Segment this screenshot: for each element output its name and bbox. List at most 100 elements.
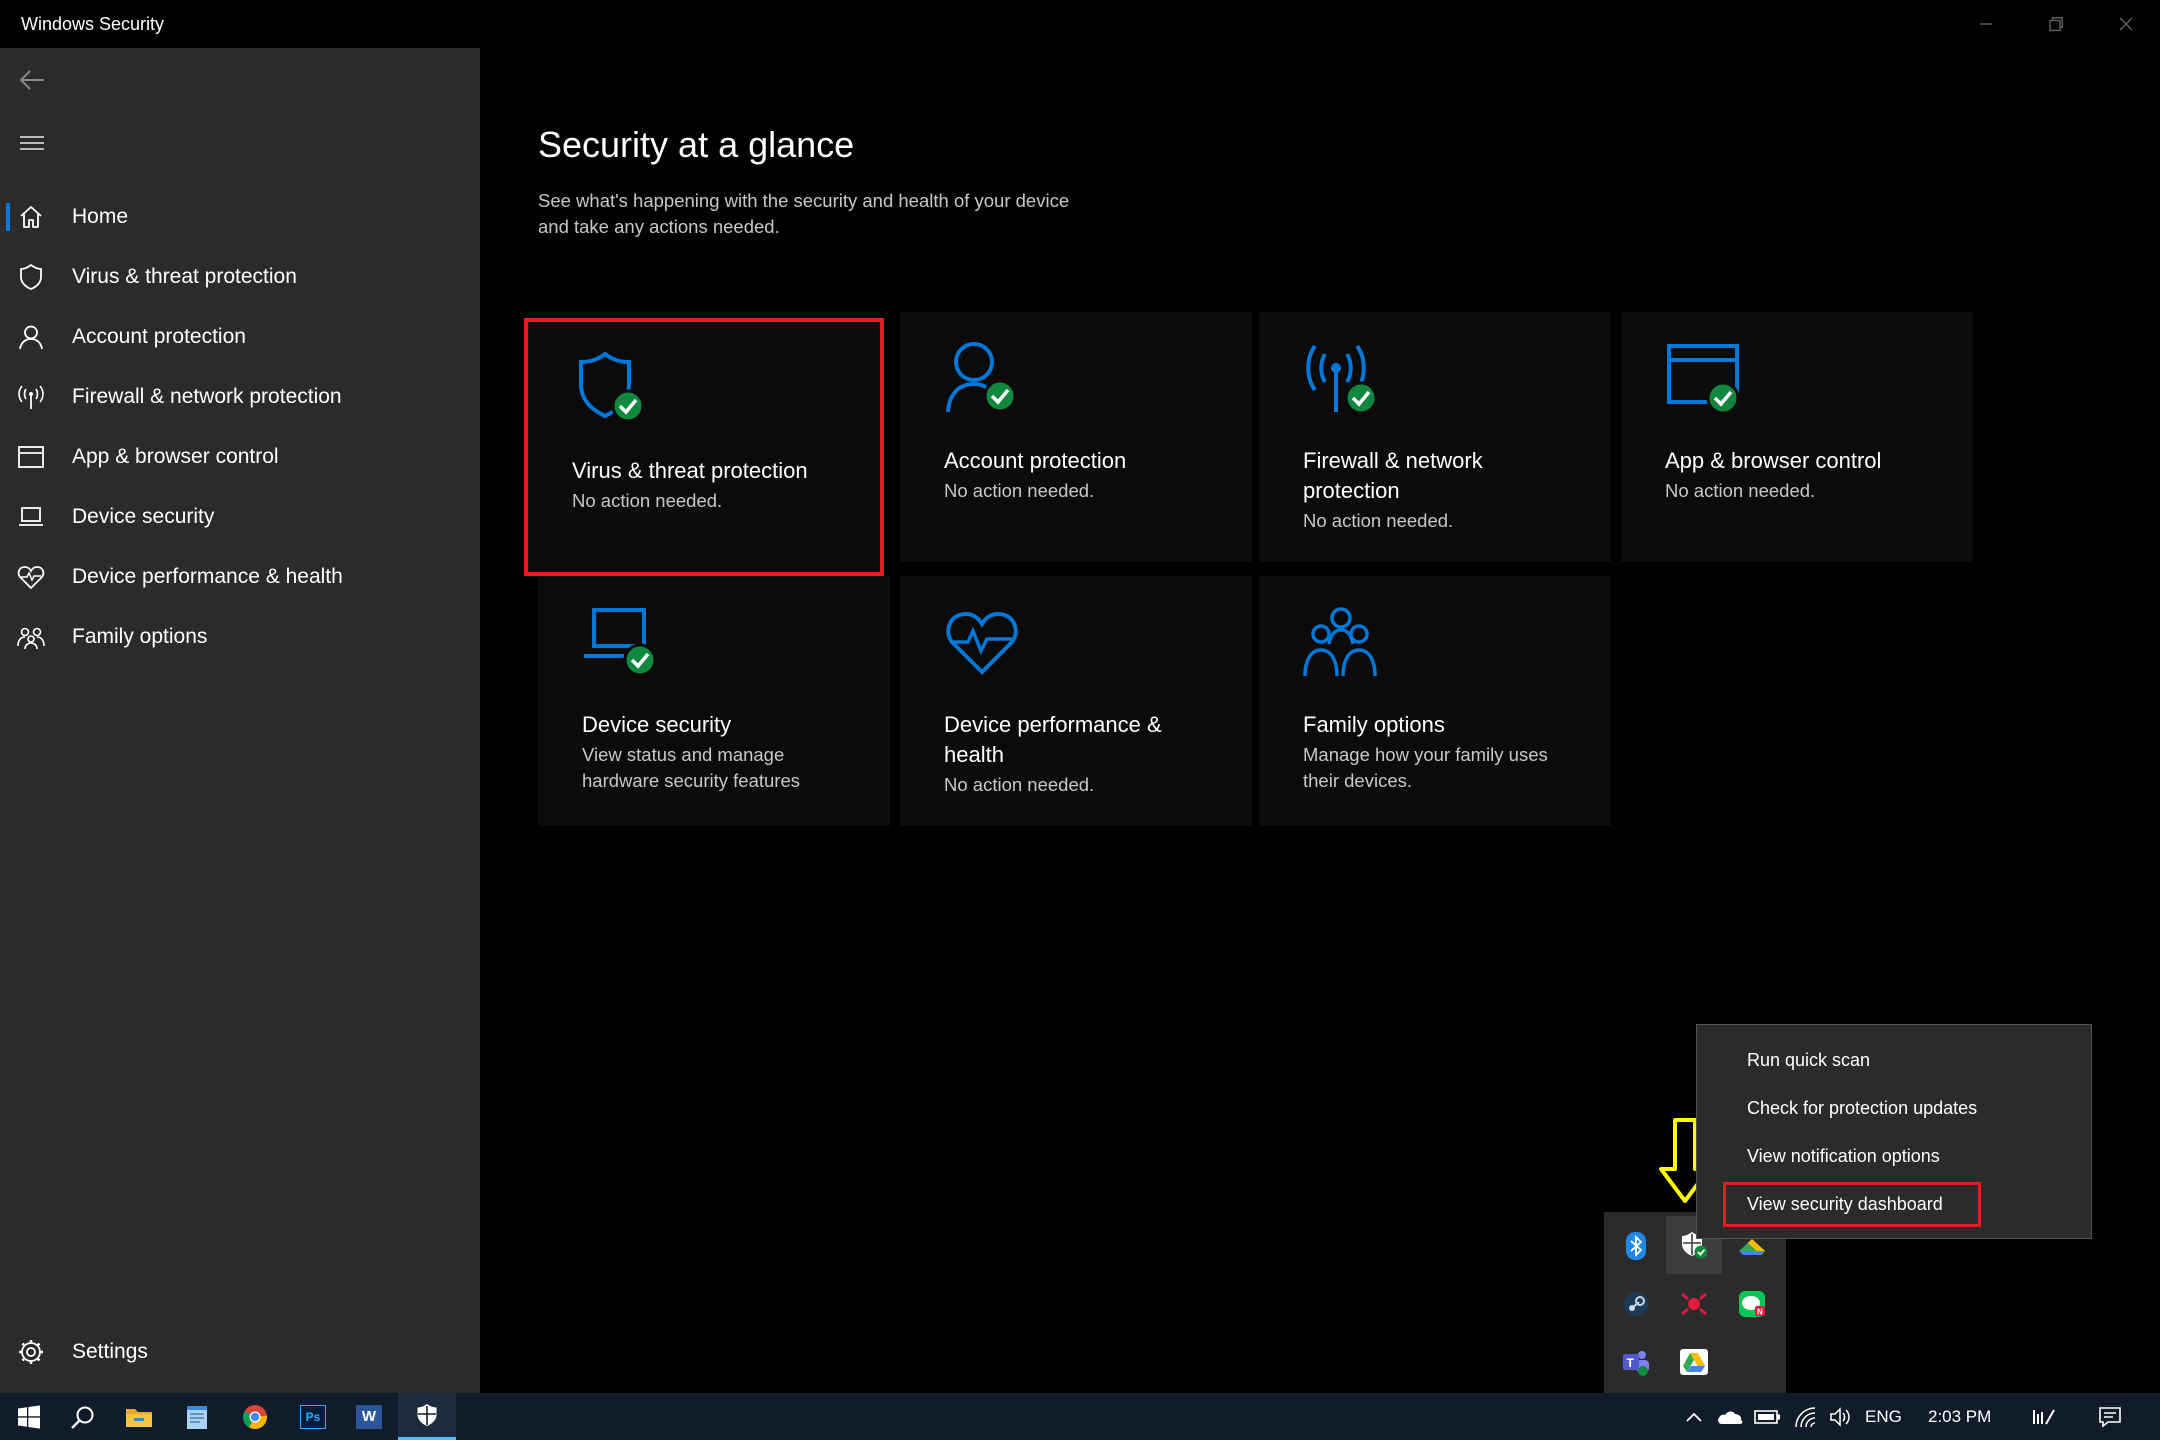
- battery-icon[interactable]: [1752, 1393, 1784, 1440]
- card-title: Virus & threat protection: [572, 458, 808, 483]
- sidebar-item-device-security[interactable]: Device security: [0, 487, 480, 547]
- steam-icon[interactable]: [1610, 1278, 1662, 1330]
- teams-icon[interactable]: T: [1610, 1336, 1662, 1388]
- settings-label: Settings: [72, 1340, 148, 1363]
- photoshop-icon[interactable]: Ps: [284, 1393, 342, 1440]
- sidebar-item-virus-threat[interactable]: Virus & threat protection: [0, 247, 480, 307]
- card-app-browser-control[interactable]: App & browser control No action needed.: [1621, 312, 1973, 562]
- card-account-protection[interactable]: Account protection No action needed.: [900, 312, 1252, 562]
- shield-icon: [16, 262, 46, 292]
- card-virus-threat-protection[interactable]: Virus & threat protection No action need…: [524, 318, 884, 576]
- chrome-icon[interactable]: [226, 1393, 284, 1440]
- card-family-options[interactable]: Family options Manage how your family us…: [1259, 576, 1611, 826]
- antenna-icon: [1303, 340, 1379, 416]
- active-indicator: [6, 203, 10, 231]
- language-indicator[interactable]: ENG: [1865, 1393, 1902, 1440]
- sidebar-item-app-browser[interactable]: App & browser control: [0, 427, 480, 487]
- meet-now-icon[interactable]: [2016, 1393, 2072, 1440]
- back-button[interactable]: [12, 60, 52, 100]
- subtitle-line: and take any actions needed.: [538, 216, 780, 237]
- person-icon: [16, 322, 46, 352]
- card-title-line: protection: [1303, 478, 1400, 503]
- gear-icon: [16, 1337, 46, 1367]
- svg-text:N: N: [1757, 1308, 1763, 1317]
- title-bar: Windows Security: [0, 0, 2160, 48]
- sidebar-item-device-performance[interactable]: Device performance & health: [0, 547, 480, 607]
- restore-icon: [2049, 17, 2063, 32]
- close-button[interactable]: [2094, 0, 2158, 48]
- minimize-icon: [1980, 23, 1992, 25]
- red-app-icon[interactable]: [1668, 1278, 1720, 1330]
- windows-security-taskbar-icon[interactable]: [398, 1393, 456, 1440]
- restore-button[interactable]: [2024, 0, 2088, 48]
- sidebar-item-label: Family options: [72, 625, 208, 648]
- card-title-line: Device performance &: [944, 712, 1162, 737]
- card-title: App & browser control: [1665, 448, 1882, 473]
- family-icon: [1303, 604, 1379, 680]
- card-status: No action needed.: [944, 480, 1095, 501]
- highlight-box: [1723, 1182, 1981, 1227]
- home-icon: [16, 202, 46, 232]
- card-status: No action needed.: [1303, 510, 1454, 531]
- sidebar-item-label: Device security: [72, 505, 215, 528]
- card-title: Firewall & network protection: [1303, 446, 1603, 506]
- search-icon[interactable]: [54, 1393, 112, 1440]
- sidebar-item-settings[interactable]: Settings: [0, 1322, 480, 1382]
- bluetooth-icon[interactable]: [1610, 1220, 1662, 1272]
- family-icon: [16, 622, 46, 652]
- card-title: Device security: [582, 712, 732, 737]
- google-drive-icon[interactable]: [1668, 1336, 1720, 1388]
- card-status-line: their devices.: [1303, 770, 1412, 791]
- wifi-icon[interactable]: [1790, 1393, 1822, 1440]
- file-explorer-icon[interactable]: [110, 1393, 168, 1440]
- sidebar-item-home[interactable]: Home: [0, 187, 480, 247]
- menu-item-run-quick-scan[interactable]: Run quick scan: [1747, 1047, 1870, 1073]
- card-device-security[interactable]: Device security View status and manage h…: [538, 576, 890, 826]
- menu-item-check-protection-updates[interactable]: Check for protection updates: [1747, 1095, 1977, 1121]
- card-firewall-network-protection[interactable]: Firewall & network protection No action …: [1259, 312, 1611, 562]
- card-status: View status and manage hardware security…: [582, 742, 882, 794]
- sidebar-item-label: Home: [72, 205, 129, 228]
- back-arrow-icon: [19, 70, 44, 90]
- notepad-icon[interactable]: [168, 1393, 226, 1440]
- start-icon[interactable]: [0, 1393, 58, 1440]
- browser-window-icon: [1665, 340, 1741, 416]
- card-status: No action needed.: [1665, 480, 1816, 501]
- photoshop-label: Ps: [300, 1404, 326, 1429]
- sidebar-item-family[interactable]: Family options: [0, 607, 480, 667]
- sidebar-item-account[interactable]: Account protection: [0, 307, 480, 367]
- hamburger-icon: [20, 136, 44, 150]
- sidebar-item-firewall[interactable]: Firewall & network protection: [0, 367, 480, 427]
- subtitle-line: See what's happening with the security a…: [538, 190, 1070, 211]
- card-status: Manage how your family uses their device…: [1303, 742, 1603, 794]
- hamburger-menu-button[interactable]: [12, 123, 52, 163]
- line-app-icon[interactable]: N: [1726, 1278, 1778, 1330]
- app-title: Windows Security: [21, 14, 165, 34]
- taskbar: Ps W ENG 2:03 PM: [0, 1393, 2160, 1440]
- word-icon[interactable]: W: [340, 1393, 398, 1440]
- close-icon: [2119, 17, 2133, 31]
- chevron-up-icon: [1686, 1412, 1702, 1422]
- heart-icon: [944, 604, 1020, 680]
- action-center-icon[interactable]: [2082, 1393, 2138, 1440]
- card-title-line: Firewall & network: [1303, 448, 1483, 473]
- heart-icon: [16, 562, 46, 592]
- card-device-performance-health[interactable]: Device performance & health No action ne…: [900, 576, 1252, 826]
- sidebar-item-label: Device performance & health: [72, 565, 343, 588]
- page-title: Security at a glance: [538, 124, 855, 165]
- minimize-button[interactable]: [1954, 0, 2018, 48]
- word-label: W: [356, 1404, 382, 1429]
- menu-item-view-notification-options[interactable]: View notification options: [1747, 1143, 1940, 1169]
- laptop-icon: [582, 604, 658, 680]
- context-menu: Run quick scan Check for protection upda…: [1696, 1024, 2092, 1239]
- sidebar-item-label: Account protection: [72, 325, 246, 348]
- laptop-icon: [16, 502, 46, 532]
- shield-icon: [572, 350, 648, 426]
- onedrive-icon[interactable]: [1714, 1393, 1746, 1440]
- volume-icon[interactable]: [1825, 1393, 1857, 1440]
- svg-text:T: T: [1627, 1356, 1635, 1370]
- card-title: Family options: [1303, 712, 1445, 737]
- card-status-line: hardware security features: [582, 770, 800, 791]
- page-subtitle: See what's happening with the security a…: [538, 188, 1158, 240]
- clock[interactable]: 2:03 PM: [1928, 1393, 1991, 1440]
